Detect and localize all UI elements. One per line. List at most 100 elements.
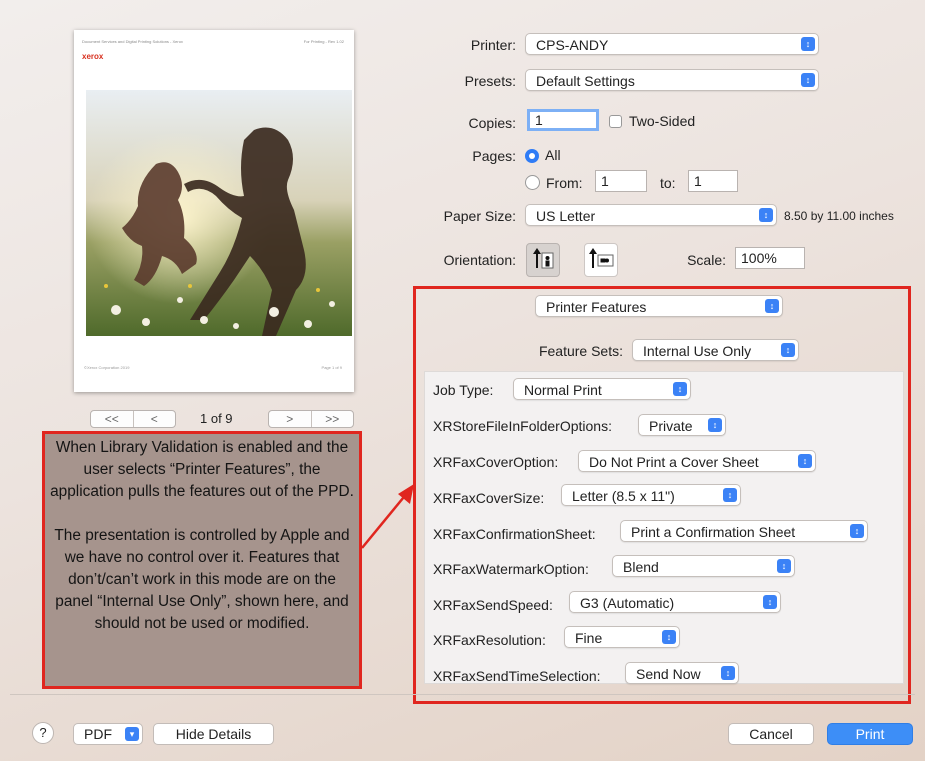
fax-cover-option-label: XRFaxCoverOption: (433, 454, 559, 470)
presets-label: Presets: (464, 73, 516, 89)
pages-from-label: From: (546, 175, 583, 191)
chevron-updown-icon: ↕ (801, 73, 815, 87)
copies-label: Copies: (468, 115, 516, 131)
section-value: Printer Features (546, 299, 647, 315)
last-page-button[interactable]: >> (312, 411, 354, 427)
orientation-portrait-button[interactable] (526, 243, 560, 277)
job-type-label: Job Type: (433, 382, 494, 398)
fax-send-time-label: XRFaxSendTimeSelection: (433, 668, 601, 684)
preview-photo (86, 90, 352, 336)
pages-all-label: All (545, 147, 561, 163)
job-type-popup[interactable]: Normal Print ↕ (513, 378, 691, 400)
preview-footer-right-text: Page 1 of 9 (321, 365, 342, 370)
fax-cover-option-popup[interactable]: Do Not Print a Cover Sheet ↕ (578, 450, 816, 472)
first-page-button[interactable]: << (91, 411, 134, 427)
chevron-updown-icon: ↕ (708, 418, 722, 432)
previous-page-button[interactable]: < (134, 411, 176, 427)
print-button[interactable]: Print (827, 723, 913, 745)
fax-resolution-value: Fine (575, 630, 603, 646)
fax-cover-option-value: Do Not Print a Cover Sheet (589, 454, 759, 470)
pages-to-field[interactable]: 1 (688, 170, 738, 192)
store-file-popup[interactable]: Private ↕ (638, 414, 726, 436)
pages-all-radio[interactable] (525, 149, 539, 163)
chevron-updown-icon: ↕ (763, 595, 777, 609)
section-popup[interactable]: Printer Features ↕ (535, 295, 783, 317)
preview-header-text: Document Services and Digital Printing S… (82, 39, 183, 44)
orientation-landscape-button[interactable] (584, 243, 618, 277)
fax-resolution-label: XRFaxResolution: (433, 632, 546, 648)
two-sided-label: Two-Sided (629, 113, 696, 129)
pdf-menu-button[interactable]: PDF ▾ (73, 723, 143, 745)
paper-size-popup[interactable]: US Letter ↕ (525, 204, 777, 226)
two-sided-checkbox[interactable] (609, 115, 622, 128)
fax-confirmation-popup[interactable]: Print a Confirmation Sheet ↕ (620, 520, 868, 542)
callout-paragraph-2: The presentation is controlled by Apple … (54, 527, 350, 632)
printer-label: Printer: (470, 37, 516, 53)
fax-cover-size-label: XRFaxCoverSize: (433, 490, 545, 506)
copies-field[interactable]: 1 (527, 109, 599, 131)
store-file-value: Private (649, 418, 693, 434)
landscape-orientation-icon (589, 248, 614, 268)
paper-size-value: US Letter (536, 208, 596, 224)
fax-watermark-value: Blend (623, 559, 659, 575)
pages-to-label: to: (660, 175, 676, 191)
annotation-callout: When Library Validation is enabled and t… (42, 431, 362, 689)
preview-header-right-text: For Printing - Rev 1.02 (303, 39, 344, 44)
pdf-label: PDF (84, 726, 112, 742)
paper-size-dimensions: 8.50 by 11.00 inches (784, 209, 894, 223)
chevron-updown-icon: ↕ (798, 454, 812, 468)
fax-send-time-value: Send Now (636, 666, 701, 682)
chevron-updown-icon: ↕ (850, 524, 864, 538)
fax-confirmation-label: XRFaxConfirmationSheet: (433, 526, 596, 542)
print-preview-page: Document Services and Digital Printing S… (74, 30, 354, 392)
fax-resolution-popup[interactable]: Fine ↕ (564, 626, 680, 648)
chevron-updown-icon: ↕ (801, 37, 815, 51)
scale-label: Scale: (687, 252, 726, 268)
fax-send-time-popup[interactable]: Send Now ↕ (625, 662, 739, 684)
footer-divider (10, 694, 915, 695)
fax-confirmation-value: Print a Confirmation Sheet (631, 524, 796, 540)
fax-send-speed-value: G3 (Automatic) (580, 595, 675, 611)
next-page-button[interactable]: > (269, 411, 312, 427)
hide-details-button[interactable]: Hide Details (153, 723, 274, 745)
chevron-updown-icon: ↕ (765, 299, 779, 313)
printer-popup[interactable]: CPS-ANDY ↕ (525, 33, 819, 55)
xerox-logo: xerox (82, 52, 104, 61)
feature-sets-value: Internal Use Only (643, 343, 752, 359)
fax-watermark-popup[interactable]: Blend ↕ (612, 555, 795, 577)
chevron-updown-icon: ↕ (777, 559, 791, 573)
fax-cover-size-popup[interactable]: Letter (8.5 x 11") ↕ (561, 484, 741, 506)
chevron-updown-icon: ↕ (723, 488, 737, 502)
chevron-updown-icon: ↕ (781, 343, 795, 357)
chevron-down-icon: ▾ (125, 727, 139, 741)
presets-value: Default Settings (536, 73, 635, 89)
fax-watermark-label: XRFaxWatermarkOption: (433, 561, 589, 577)
annotation-arrow-icon (361, 484, 414, 549)
feature-sets-label: Feature Sets: (538, 343, 623, 359)
presets-popup[interactable]: Default Settings ↕ (525, 69, 819, 91)
chevron-updown-icon: ↕ (721, 666, 735, 680)
pages-label: Pages: (472, 148, 516, 164)
preview-nav-forward-group: > >> (268, 410, 354, 428)
chevron-updown-icon: ↕ (673, 382, 687, 396)
cancel-button[interactable]: Cancel (728, 723, 814, 745)
pages-from-field[interactable]: 1 (595, 170, 647, 192)
chevron-updown-icon: ↕ (662, 630, 676, 644)
portrait-orientation-icon (533, 248, 554, 269)
chevron-updown-icon: ↕ (759, 208, 773, 222)
callout-paragraph-1: When Library Validation is enabled and t… (50, 439, 354, 500)
preview-nav-back-group: << < (90, 410, 176, 428)
help-button[interactable]: ? (32, 722, 54, 744)
fax-send-speed-popup[interactable]: G3 (Automatic) ↕ (569, 591, 781, 613)
feature-sets-popup[interactable]: Internal Use Only ↕ (632, 339, 799, 361)
page-indicator: 1 of 9 (200, 411, 233, 426)
paper-size-label: Paper Size: (443, 208, 516, 224)
fax-send-speed-label: XRFaxSendSpeed: (433, 597, 553, 613)
pages-from-radio[interactable] (525, 175, 540, 190)
orientation-label: Orientation: (443, 252, 516, 268)
store-file-label: XRStoreFileInFolderOptions: (433, 418, 612, 434)
job-type-value: Normal Print (524, 382, 602, 398)
fax-cover-size-value: Letter (8.5 x 11") (572, 488, 675, 504)
scale-field[interactable]: 100% (735, 247, 805, 269)
preview-footer-text: ©Xerox Corporation 2019 (84, 365, 130, 370)
